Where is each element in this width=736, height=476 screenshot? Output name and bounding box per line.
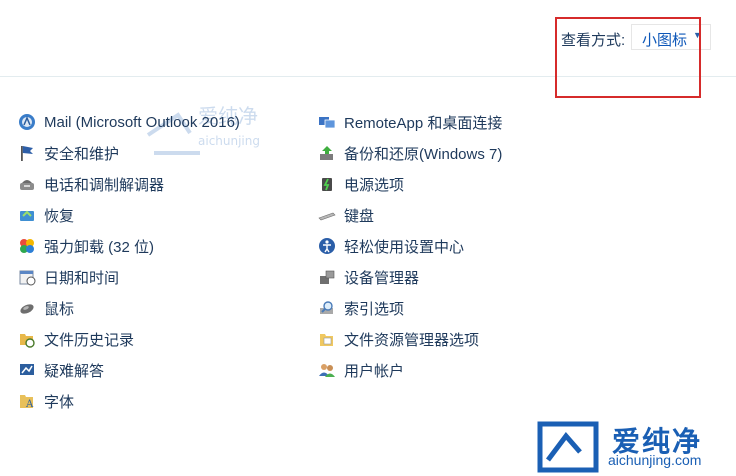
cpl-item-label: 强力卸载 (32 位) bbox=[44, 238, 155, 256]
cpl-item-label: 恢复 bbox=[44, 207, 75, 225]
troubleshoot-icon bbox=[20, 364, 34, 375]
cpl-item-label: 电源选项 bbox=[344, 176, 405, 194]
ease-of-access-icon bbox=[319, 238, 335, 254]
cpl-item-mouse[interactable]: 鼠标 bbox=[18, 297, 74, 319]
file-history-icon bbox=[20, 334, 35, 348]
cpl-item-label: 文件历史记录 bbox=[44, 331, 135, 349]
cpl-item-label: 用户帐户 bbox=[344, 362, 405, 380]
cpl-item-label: 疑难解答 bbox=[44, 362, 105, 380]
cpl-item-label: 键盘 bbox=[344, 207, 375, 225]
svg-text:A: A bbox=[25, 399, 34, 410]
view-by-label: 查看方式: bbox=[561, 32, 626, 49]
cpl-item-label: 索引选项 bbox=[344, 300, 405, 318]
phone-modem-icon bbox=[20, 180, 34, 190]
uninstall-icon bbox=[20, 239, 34, 253]
fonts-icon: A bbox=[20, 395, 34, 410]
cpl-item-user-accounts[interactable]: 用户帐户 bbox=[318, 359, 404, 381]
recovery-icon bbox=[20, 210, 34, 221]
cpl-item-backup-restore[interactable]: 备份和还原(Windows 7) bbox=[318, 142, 502, 164]
cpl-item-file-history[interactable]: 文件历史记录 bbox=[18, 328, 134, 350]
cpl-item-mail[interactable]: Mail (Microsoft Outlook 2016) bbox=[18, 111, 240, 133]
view-by-dropdown[interactable]: 小图标 ▼ bbox=[631, 24, 711, 50]
cpl-item-keyboard[interactable]: 键盘 bbox=[318, 204, 374, 226]
mail-icon bbox=[19, 114, 35, 130]
keyboard-icon bbox=[318, 212, 336, 221]
cpl-item-label: RemoteApp 和桌面连接 bbox=[344, 114, 503, 132]
svg-text:aichunjing: aichunjing bbox=[198, 134, 260, 148]
cpl-item-label: 日期和时间 bbox=[44, 269, 120, 287]
cpl-item-device-manager[interactable]: 设备管理器 bbox=[318, 266, 419, 288]
device-manager-icon bbox=[320, 270, 335, 284]
watermark-logo-icon: 爱纯净 aichunjing bbox=[146, 104, 260, 155]
user-accounts-icon bbox=[319, 364, 335, 377]
cpl-item-remoteapp[interactable]: RemoteApp 和桌面连接 bbox=[318, 111, 502, 133]
cpl-item-power-options[interactable]: 电源选项 bbox=[318, 173, 404, 195]
cpl-item-label: 文件资源管理器选项 bbox=[344, 331, 480, 349]
backup-icon bbox=[320, 146, 333, 160]
indexing-icon bbox=[320, 301, 333, 314]
cpl-item-phone-modem[interactable]: 电话和调制解调器 bbox=[18, 173, 164, 195]
view-by-selected-value: 小图标 bbox=[642, 32, 688, 49]
cpl-item-label: 轻松使用设置中心 bbox=[344, 238, 465, 256]
cpl-item-indexing-options[interactable]: 索引选项 bbox=[318, 297, 404, 319]
cpl-item-label: 备份和还原(Windows 7) bbox=[344, 145, 503, 163]
cpl-item-troubleshooting[interactable]: 疑难解答 bbox=[18, 359, 104, 381]
watermark-url-text: aichunjing.com bbox=[608, 452, 702, 468]
cpl-item-recovery[interactable]: 恢复 bbox=[18, 204, 74, 226]
view-bar bbox=[0, 0, 736, 77]
calendar-icon bbox=[19, 270, 36, 286]
cpl-item-uninstall[interactable]: 强力卸载 (32 位) bbox=[18, 235, 154, 257]
cpl-item-label: Mail (Microsoft Outlook 2016) bbox=[44, 113, 240, 131]
mouse-icon bbox=[20, 304, 34, 314]
folder-options-icon bbox=[320, 334, 333, 346]
cpl-item-label: 设备管理器 bbox=[344, 269, 420, 287]
cpl-item-label: 电话和调制解调器 bbox=[44, 176, 165, 194]
cpl-item-date-time[interactable]: 日期和时间 bbox=[18, 266, 119, 288]
power-icon bbox=[322, 178, 332, 191]
cpl-item-ease-of-access[interactable]: 轻松使用设置中心 bbox=[318, 235, 464, 257]
cpl-item-fonts[interactable]: A 字体 bbox=[18, 390, 74, 412]
remoteapp-icon bbox=[319, 117, 336, 129]
cpl-item-label: 字体 bbox=[44, 393, 75, 411]
cpl-item-security-maintenance[interactable]: 安全和维护 bbox=[18, 142, 119, 164]
flag-icon bbox=[21, 146, 33, 161]
cpl-item-label: 鼠标 bbox=[44, 300, 75, 318]
cpl-item-file-explorer-options[interactable]: 文件资源管理器选项 bbox=[318, 328, 479, 350]
cpl-item-label: 安全和维护 bbox=[44, 145, 120, 163]
dropdown-arrow-icon: ▼ bbox=[693, 30, 702, 40]
